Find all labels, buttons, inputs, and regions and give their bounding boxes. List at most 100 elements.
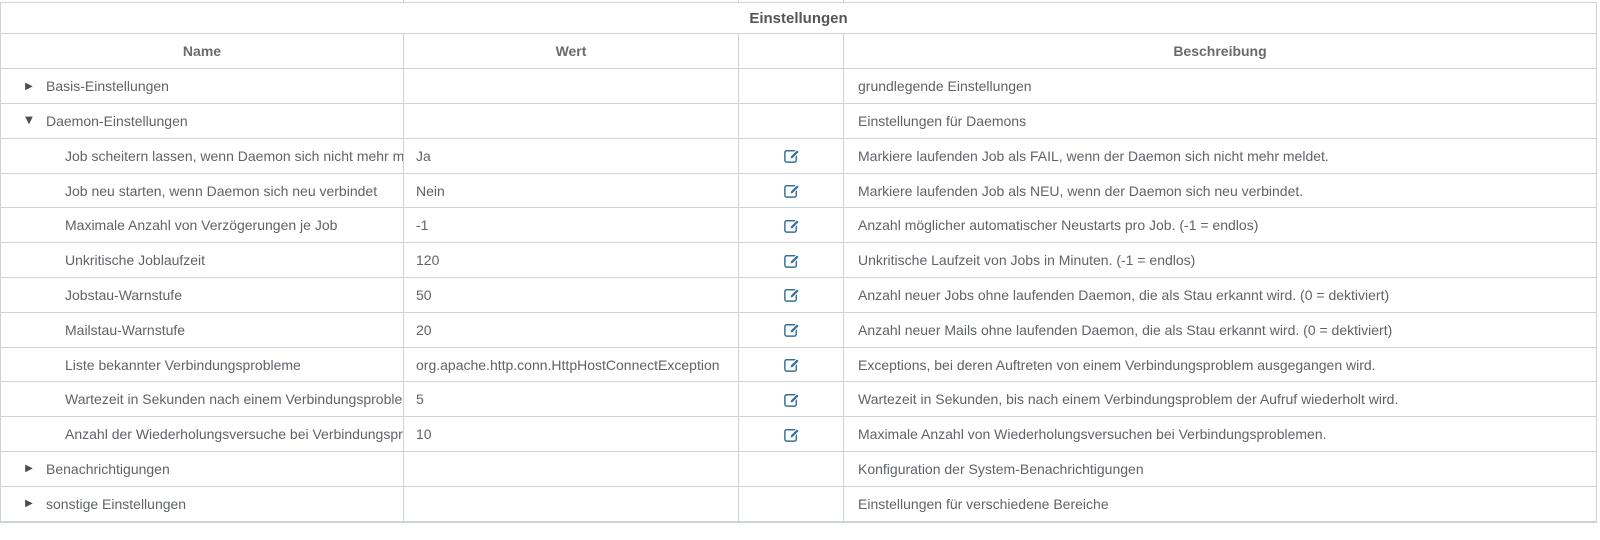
column-header-wert: Wert (404, 34, 739, 68)
setting-row: Maximale Anzahl von Verzögerungen je Job… (1, 208, 1596, 243)
name-cell: ▶ Benachrichtigungen (1, 452, 404, 486)
action-cell (739, 452, 844, 486)
setting-description: Anzahl neuer Mails ohne laufenden Daemon… (858, 322, 1392, 338)
value-cell: -1 (404, 208, 739, 242)
setting-description: Exceptions, bei deren Auftreten von eine… (858, 357, 1376, 373)
edit-button[interactable] (782, 182, 800, 200)
setting-value: 120 (416, 252, 439, 268)
value-cell: 10 (404, 417, 739, 451)
name-cell: ▶ sonstige Einstellungen (1, 487, 404, 521)
setting-name-label: Job scheitern lassen, wenn Daemon sich n… (65, 148, 404, 164)
setting-name-label: Anzahl der Wiederholungsversuche bei Ver… (65, 426, 404, 442)
group-row[interactable]: ▼Daemon-EinstellungenEinstellungen für D… (1, 104, 1596, 139)
value-cell: 50 (404, 278, 739, 312)
setting-value: 10 (416, 426, 432, 442)
setting-description: Anzahl möglicher automatischer Neustarts… (858, 217, 1258, 233)
action-cell (739, 487, 844, 521)
value-cell: org.apache.http.conn.HttpHostConnectExce… (404, 348, 739, 382)
description-cell: Markiere laufenden Job als NEU, wenn der… (844, 174, 1596, 208)
edit-button[interactable] (782, 216, 800, 234)
edit-button[interactable] (782, 425, 800, 443)
expand-arrow-icon[interactable]: ▶ (23, 81, 35, 92)
setting-row: Job neu starten, wenn Daemon sich neu ve… (1, 174, 1596, 209)
group-name-label: Basis-Einstellungen (46, 78, 169, 94)
setting-row: Unkritische Joblaufzeit120Unkritische La… (1, 243, 1596, 278)
setting-value: 20 (416, 322, 432, 338)
column-header-name: Name (1, 34, 404, 68)
group-name-label: sonstige Einstellungen (46, 496, 186, 512)
setting-value: org.apache.http.conn.HttpHostConnectExce… (416, 357, 720, 373)
setting-description: Markiere laufenden Job als NEU, wenn der… (858, 183, 1303, 199)
action-cell (739, 313, 844, 347)
name-cell: Liste bekannter Verbindungsprobleme (1, 348, 404, 382)
description-cell: Wartezeit in Sekunden, bis nach einem Ve… (844, 382, 1596, 416)
description-cell: Einstellungen für verschiedene Bereiche (844, 487, 1596, 521)
description-cell: Exceptions, bei deren Auftreten von eine… (844, 348, 1596, 382)
action-cell (739, 417, 844, 451)
setting-name-label: Maximale Anzahl von Verzögerungen je Job (65, 217, 337, 233)
setting-name-label: Mailstau-Warnstufe (65, 322, 185, 338)
setting-row: Wartezeit in Sekunden nach einem Verbind… (1, 382, 1596, 417)
description-cell: Maximale Anzahl von Wiederholungsversuch… (844, 417, 1596, 451)
group-row[interactable]: ▶ Benachrichtigungen Konfiguration der Sys… (1, 452, 1596, 487)
edit-button[interactable] (782, 251, 800, 269)
edit-button[interactable] (782, 286, 800, 304)
action-cell (739, 208, 844, 242)
table-title: Einstellungen (1, 3, 1596, 34)
edit-pen-square-icon (783, 286, 800, 303)
action-cell (739, 69, 844, 103)
edit-button[interactable] (782, 321, 800, 339)
column-header-actions (739, 34, 844, 68)
edit-pen-square-icon (783, 252, 800, 269)
action-cell (739, 139, 844, 173)
edit-button[interactable] (782, 356, 800, 374)
edit-pen-square-icon (783, 426, 800, 443)
collapse-arrow-icon[interactable]: ▼ (23, 115, 35, 126)
setting-value: -1 (416, 217, 428, 233)
setting-description: Anzahl neuer Jobs ohne laufenden Daemon,… (858, 287, 1389, 303)
name-cell: Maximale Anzahl von Verzögerungen je Job (1, 208, 404, 242)
description-cell: grundlegende Einstellungen (844, 69, 1596, 103)
setting-value: 50 (416, 287, 432, 303)
expand-arrow-icon[interactable]: ▶ (23, 498, 35, 509)
value-cell: 20 (404, 313, 739, 347)
settings-table-body: ▶ Basis-Einstellungen grundlegende Einstel… (1, 69, 1596, 521)
setting-value: Ja (416, 148, 431, 164)
action-cell (739, 382, 844, 416)
edit-pen-square-icon (783, 217, 800, 234)
description-cell: Anzahl möglicher automatischer Neustarts… (844, 208, 1596, 242)
setting-description: Einstellungen für verschiedene Bereiche (858, 496, 1109, 512)
value-cell (404, 104, 739, 138)
edit-pen-square-icon (783, 391, 800, 408)
setting-description: Einstellungen für Daemons (858, 113, 1026, 129)
setting-description: Maximale Anzahl von Wiederholungsversuch… (858, 426, 1327, 442)
setting-description: grundlegende Einstellungen (858, 78, 1032, 94)
group-row[interactable]: ▶ sonstige Einstellungen Einstellungen für… (1, 487, 1596, 522)
value-cell: Nein (404, 174, 739, 208)
description-cell: Unkritische Laufzeit von Jobs in Minuten… (844, 243, 1596, 277)
setting-row: Job scheitern lassen, wenn Daemon sich n… (1, 139, 1596, 174)
setting-description: Unkritische Laufzeit von Jobs in Minuten… (858, 252, 1195, 268)
edit-pen-square-icon (783, 182, 800, 199)
description-cell: Konfiguration der System-Benachrichtigun… (844, 452, 1596, 486)
setting-name-label: Liste bekannter Verbindungsprobleme (65, 357, 301, 373)
edit-button[interactable] (782, 147, 800, 165)
description-cell: Anzahl neuer Mails ohne laufenden Daemon… (844, 313, 1596, 347)
value-cell: 120 (404, 243, 739, 277)
edit-pen-square-icon (783, 356, 800, 373)
name-cell: Job scheitern lassen, wenn Daemon sich n… (1, 139, 404, 173)
name-cell: Job neu starten, wenn Daemon sich neu ve… (1, 174, 404, 208)
setting-row: Mailstau-Warnstufe 20 Anzahl neuer Mails o… (1, 313, 1596, 348)
group-name-label: Benachrichtigungen (46, 461, 170, 477)
name-cell: Mailstau-Warnstufe (1, 313, 404, 347)
action-cell (739, 278, 844, 312)
setting-description: Markiere laufenden Job als FAIL, wenn de… (858, 148, 1329, 164)
expand-arrow-icon[interactable]: ▶ (23, 463, 35, 474)
setting-value: 5 (416, 391, 424, 407)
name-cell: Jobstau-Warnstufe (1, 278, 404, 312)
edit-button[interactable] (782, 390, 800, 408)
description-cell: Einstellungen für Daemons (844, 104, 1596, 138)
edit-pen-square-icon (783, 321, 800, 338)
value-cell (404, 487, 739, 521)
group-row[interactable]: ▶ Basis-Einstellungen grundlegende Einstel… (1, 69, 1596, 104)
